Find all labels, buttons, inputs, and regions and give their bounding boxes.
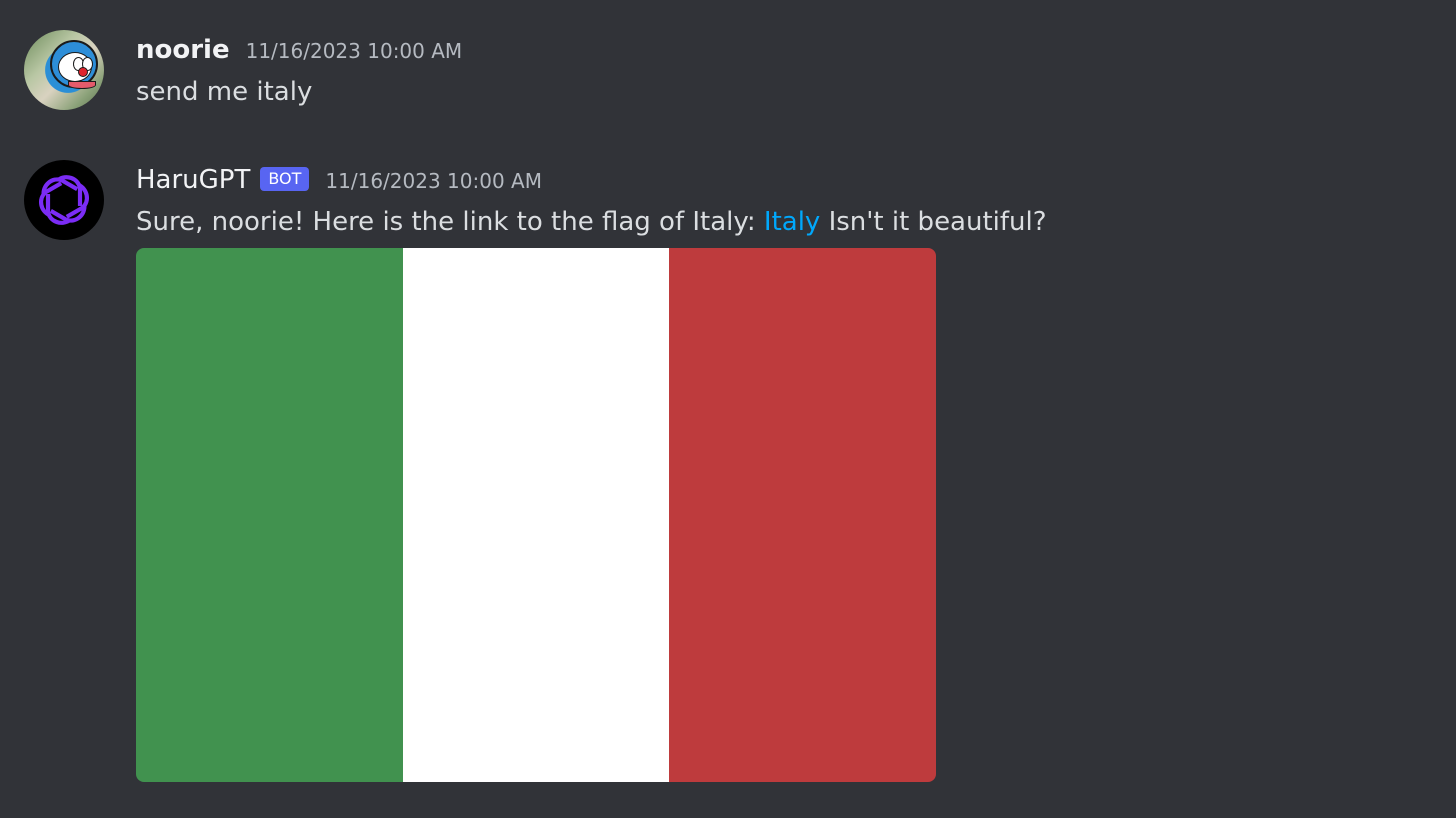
message-content: noorie 11/16/2023 10:00 AM send me italy	[136, 30, 462, 114]
avatar-mouth	[68, 81, 96, 89]
openai-logo-svg	[39, 175, 89, 225]
chat-messages: noorie 11/16/2023 10:00 AM send me italy	[0, 0, 1456, 818]
flag-stripe-white	[402, 248, 670, 782]
message-text: send me italy	[136, 77, 313, 107]
message-header: noorie 11/16/2023 10:00 AM	[136, 30, 462, 70]
username[interactable]: HaruGPT	[136, 160, 250, 200]
message-text-before: Sure, noorie! Here is the link to the fl…	[136, 207, 764, 237]
openai-logo-icon[interactable]	[24, 160, 104, 240]
username[interactable]: noorie	[136, 30, 230, 70]
doraemon-avatar-icon[interactable]	[24, 30, 104, 110]
message-text-after: Isn't it beautiful?	[820, 207, 1047, 237]
avatar-nose	[78, 67, 88, 77]
flag-stripe-red	[669, 248, 936, 782]
flag-stripe-green	[136, 248, 403, 782]
avatar-face-inner	[58, 52, 96, 89]
italy-flag-icon[interactable]	[136, 248, 936, 782]
bot-badge: BOT	[260, 167, 310, 191]
avatar-face	[50, 40, 98, 89]
timestamp[interactable]: 11/16/2023 10:00 AM	[325, 161, 542, 201]
message-header: HaruGPT BOT 11/16/2023 10:00 AM	[136, 160, 1047, 200]
timestamp[interactable]: 11/16/2023 10:00 AM	[246, 31, 463, 71]
italy-link[interactable]: Italy	[764, 207, 820, 237]
message-text: Sure, noorie! Here is the link to the fl…	[136, 200, 1047, 244]
message-content: HaruGPT BOT 11/16/2023 10:00 AM Sure, no…	[136, 160, 1047, 244]
